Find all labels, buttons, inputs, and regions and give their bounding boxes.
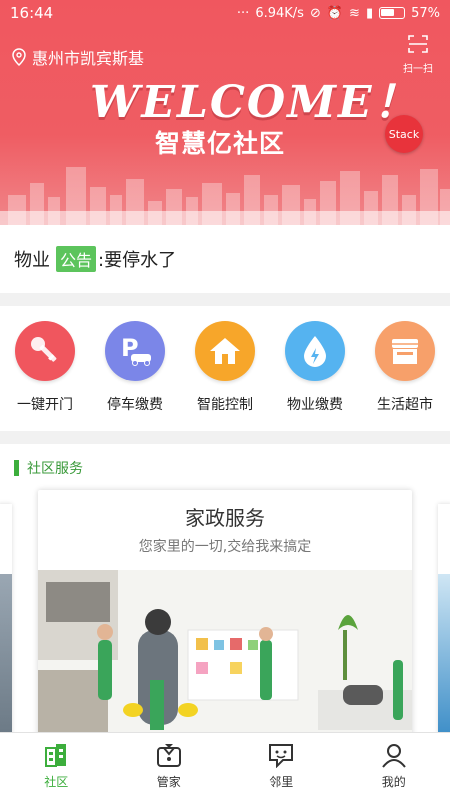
quick-action-label: 一键开门 — [17, 397, 73, 413]
housekeeping-card[interactable]: 家政服务 您家里的一切,交给我来搞定 — [38, 490, 412, 734]
quick-actions: 一键开门 P 停车缴费 智能控制 物业缴费 生活超市 — [0, 306, 450, 431]
housekeeping-photo — [38, 570, 412, 734]
tab-label: 管家 — [156, 775, 181, 789]
clock: 16:44 — [10, 4, 54, 22]
battery-level: 57% — [411, 5, 440, 21]
store-icon — [375, 321, 435, 381]
tab-label: 社区 — [44, 775, 69, 789]
bottom-navigation: 社区 管家 邻里 我的 — [0, 732, 450, 800]
person-icon — [381, 744, 406, 768]
parking-icon: P — [105, 321, 165, 381]
quick-action-property-fee[interactable]: 物业缴费 — [270, 321, 360, 414]
key-icon — [15, 321, 75, 381]
scan-icon — [408, 35, 428, 53]
quick-action-smart-control[interactable]: 智能控制 — [180, 321, 270, 414]
location-pin-icon — [12, 48, 26, 67]
water-drop-icon — [285, 321, 345, 381]
next-service-card[interactable] — [438, 504, 450, 734]
card-subtitle: 您家里的一切,交给我来搞定 — [138, 539, 312, 555]
quick-action-label: 物业缴费 — [287, 397, 343, 413]
tab-butler[interactable]: 管家 — [113, 733, 226, 800]
quick-action-label: 智能控制 — [197, 397, 253, 413]
wifi-icon: ≋ — [349, 5, 360, 21]
home-icon — [195, 321, 255, 381]
signal-dots-icon: ··· — [236, 5, 250, 21]
tab-label: 邻里 — [269, 775, 294, 789]
network-speed: 6.94K/s — [255, 5, 304, 21]
tab-community[interactable]: 社区 — [0, 733, 113, 800]
cell-signal-icon: ▮ — [365, 5, 374, 21]
quick-action-parking[interactable]: P 停车缴费 — [90, 321, 180, 414]
welcome-heading: WELCOME！ — [90, 77, 420, 128]
quick-action-label: 停车缴费 — [107, 397, 163, 413]
welcome-banner[interactable]: 惠州市凯宾斯基 扫一扫 WELCOME！ 智慧亿社区 Stack — [0, 0, 450, 225]
quick-action-open-door[interactable]: 一键开门 — [0, 321, 90, 414]
building-icon — [45, 744, 67, 767]
property-notice[interactable]: 物业 公告 :要停水了 — [0, 225, 450, 293]
community-services: 社区服务 家政服务 您家里的一切,交给我来搞定 — [0, 444, 450, 734]
section-header: 社区服务 — [14, 458, 83, 478]
tab-label: 我的 — [381, 775, 406, 789]
chat-icon — [269, 744, 294, 768]
previous-service-card[interactable] — [0, 504, 12, 734]
alarm-icon: ⏰ — [326, 5, 344, 21]
card-title: 家政服务 — [185, 506, 265, 530]
battery-icon — [379, 7, 406, 19]
quick-action-supermarket[interactable]: 生活超市 — [360, 321, 450, 414]
quick-action-label: 生活超市 — [377, 397, 433, 413]
notice-tag: 公告 — [56, 246, 97, 272]
tab-profile[interactable]: 我的 — [338, 733, 450, 800]
section-marker — [14, 460, 19, 476]
section-title: 社区服务 — [27, 461, 83, 477]
mute-icon: ⊘ — [309, 5, 321, 21]
city-skyline-illustration — [0, 167, 450, 225]
notice-lead: 物业 — [14, 250, 50, 271]
status-bar: 16:44 ··· 6.94K/s ⊘ ⏰ ≋ ▮ 57% — [0, 0, 450, 26]
butler-icon — [156, 744, 181, 767]
tab-neighbors[interactable]: 邻里 — [225, 733, 338, 800]
notice-text: :要停水了 — [98, 250, 177, 271]
